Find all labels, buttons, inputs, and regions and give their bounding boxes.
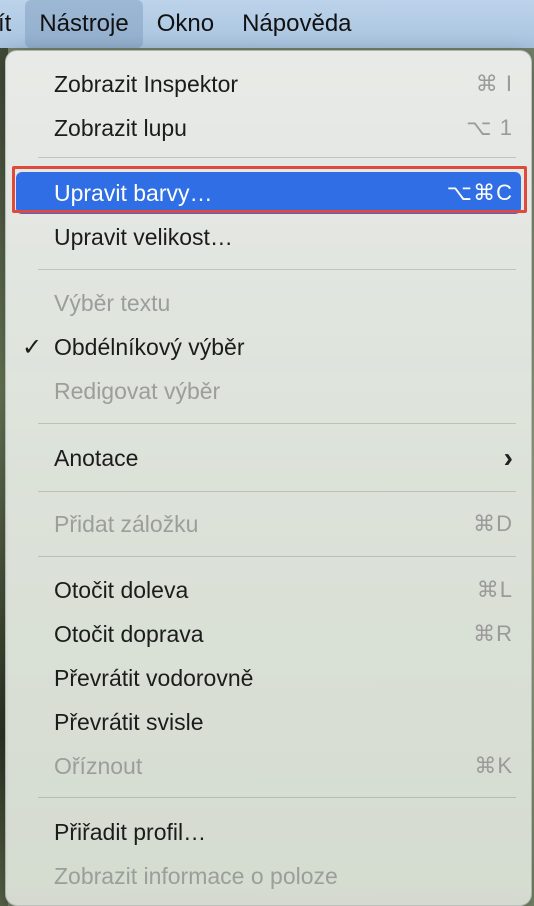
menu-item-label: Otočit doprava [54, 620, 204, 647]
checkmark-icon: ✓ [22, 333, 43, 361]
menu-item-label: Převrátit svisle [54, 708, 204, 735]
chevron-right-icon: › [503, 442, 513, 473]
menu-separator [38, 157, 516, 158]
menu-item-show-location-info: Zobrazit informace o poloze [16, 855, 521, 897]
menu-item-label: Převrátit vodorovně [54, 664, 254, 691]
menu-separator [38, 797, 516, 798]
menu-item-rotate-right[interactable]: Otočit doprava ⌘R [16, 613, 521, 655]
menu-item-rectangular-selection[interactable]: ✓ Obdélníkový výběr [16, 326, 521, 368]
menu-item-label: Přidat záložku [54, 510, 199, 537]
menu-item-label: Upravit velikost… [54, 223, 233, 250]
menubar-item-okno[interactable]: Okno [143, 0, 228, 48]
menu-item-shortcut: ⌘K [474, 753, 513, 778]
menu-item-redact-selection: Redigovat výběr [16, 370, 521, 412]
menu-separator [38, 491, 516, 492]
menu-item-adjust-size[interactable]: Upravit velikost… [16, 216, 521, 258]
menu-item-shortcut: ⌥ 1 [466, 115, 513, 140]
menu-item-show-magnifier[interactable]: Zobrazit lupu ⌥ 1 [16, 107, 521, 149]
menu-item-flip-vertical[interactable]: Převrátit svisle [16, 701, 521, 743]
menu-item-rotate-left[interactable]: Otočit doleva ⌘L [16, 569, 521, 611]
menu-item-shortcut: ⌘L [476, 577, 513, 602]
menu-item-label: Otočit doleva [54, 576, 189, 603]
menu-item-shortcut: ⌘D [473, 511, 513, 536]
menu-item-label: Zobrazit lupu [54, 114, 187, 141]
menu-item-label: Přiřadit profil… [54, 818, 207, 845]
annotation-highlight-box [12, 166, 527, 213]
menu-item-text-selection: Výběr textu [16, 282, 521, 324]
menu-item-flip-horizontal[interactable]: Převrátit vodorovně [16, 657, 521, 699]
menu-item-shortcut: ⌘ I [475, 71, 513, 96]
menu-item-label: Výběr textu [54, 289, 171, 316]
menu-separator [38, 556, 516, 557]
menubar-item-napoveda[interactable]: Nápověda [228, 0, 365, 48]
menu-item-label: Zobrazit informace o poloze [54, 862, 338, 889]
menu-item-assign-profile[interactable]: Přiřadit profil… [16, 811, 521, 853]
menu-separator [38, 423, 516, 424]
menu-item-label: Anotace [54, 444, 139, 471]
menu-bar: ít Nástroje Okno Nápověda [0, 0, 534, 48]
menu-item-crop: Oříznout ⌘K [16, 745, 521, 787]
menu-separator [38, 269, 516, 270]
menu-item-label: Obdélníkový výběr [54, 333, 245, 360]
menubar-item-nastroje[interactable]: Nástroje [25, 0, 143, 48]
menu-item-show-inspector[interactable]: Zobrazit Inspektor ⌘ I [16, 63, 521, 105]
menu-item-label: Oříznout [54, 752, 143, 779]
menu-item-label: Zobrazit Inspektor [54, 70, 239, 97]
menu-item-add-bookmark: Přidat záložku ⌘D [16, 503, 521, 545]
menu-item-shortcut: ⌘R [473, 621, 513, 646]
menu-item-annotate[interactable]: Anotace › [16, 437, 521, 479]
menu-item-label: Redigovat výběr [54, 377, 221, 404]
menubar-item-partial[interactable]: ít [0, 0, 25, 48]
